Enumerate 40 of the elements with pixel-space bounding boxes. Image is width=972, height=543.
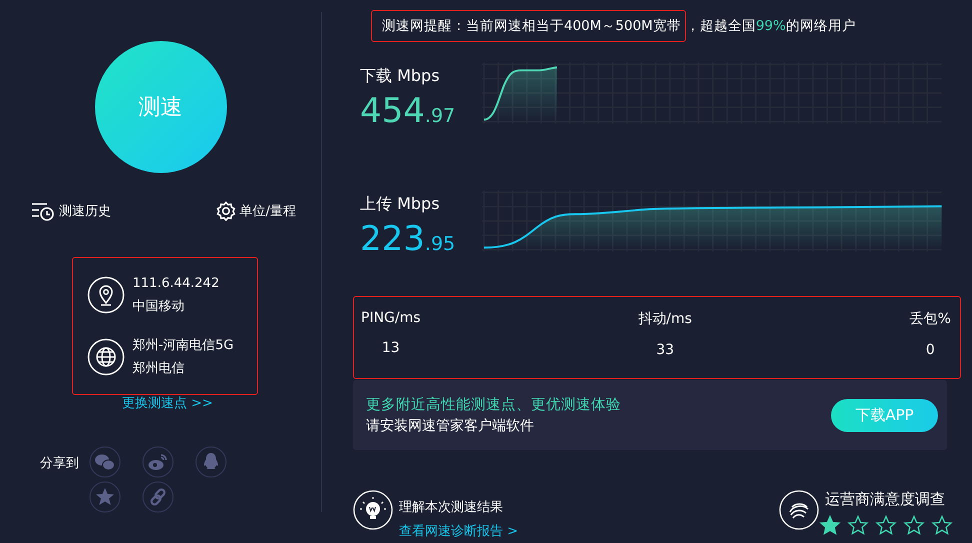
rating-star[interactable] [847, 515, 869, 535]
stat-value: 13 [382, 340, 400, 356]
stat-value: 33 [656, 342, 674, 358]
change-server-link[interactable]: 更换测速点 >> [122, 394, 213, 412]
location-pin-icon [86, 276, 124, 314]
stat-value: 0 [926, 342, 935, 358]
link-icon[interactable] [142, 481, 174, 513]
settings-icon [216, 201, 236, 221]
promo-text: 请安装网速管家客户端软件 [366, 417, 535, 435]
report-title: 理解本次测速结果 [399, 499, 504, 516]
upload-speed: 223.95 [360, 219, 456, 261]
units-button[interactable]: 单位/量程 [216, 201, 296, 221]
ip-address: 111.6.44.242 [132, 275, 220, 292]
carrier-logo-icon [779, 490, 819, 530]
survey-title: 运营商满意度调查 [825, 490, 946, 509]
share-label: 分享到 [40, 455, 79, 473]
promo-headline: 更多附近高性能测速点、更优测速体验 [366, 396, 621, 414]
weibo-icon[interactable] [142, 446, 174, 478]
ranking-text: ，超越全国99%的网络用户 [686, 17, 856, 35]
download-label: 下载 Mbps [360, 66, 441, 87]
server-name: 郑州-河南电信5G [132, 337, 234, 354]
history-icon [31, 201, 55, 221]
rating-star[interactable] [875, 515, 897, 535]
diagnosis-report-link[interactable]: 查看网速诊断报告 > [399, 522, 518, 540]
isp-name: 中国移动 [132, 298, 186, 315]
globe-icon [86, 338, 124, 376]
stat-label: 丢包% [910, 310, 951, 328]
rating-star[interactable] [903, 515, 925, 535]
download-speed: 454.97 [360, 91, 456, 133]
speed-notice: 测速网提醒：当前网速相当于400M～500M宽带 [371, 10, 686, 42]
penguin-icon[interactable] [195, 446, 227, 478]
server-isp: 郑州电信 [132, 360, 186, 377]
rating-star[interactable] [819, 515, 841, 535]
rating-star[interactable] [931, 515, 953, 535]
stat-label: 抖动/ms [638, 310, 692, 328]
history-button[interactable]: 测速历史 [31, 201, 111, 221]
lightbulb-icon [353, 490, 393, 530]
chat-bubbles-icon[interactable] [89, 446, 121, 478]
stat-label: PING/ms [361, 310, 421, 326]
upload-label: 上传 Mbps [360, 194, 441, 215]
